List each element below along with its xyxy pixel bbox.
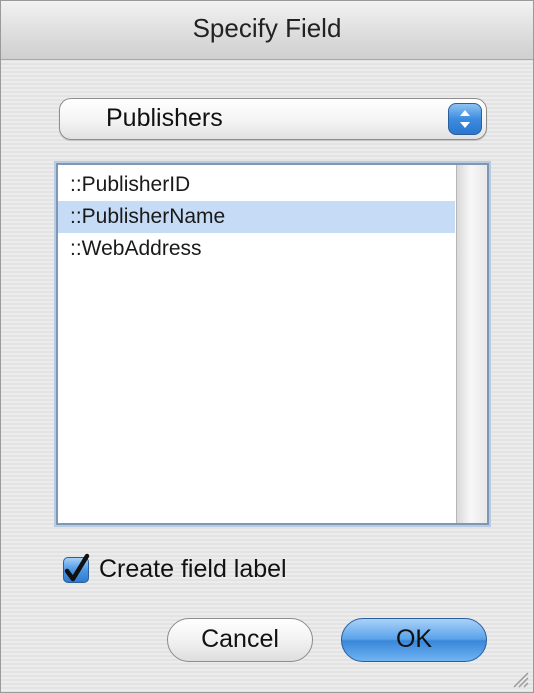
specify-field-dialog: Specify Field Publishers ::PublisherID :…	[0, 0, 534, 693]
field-list[interactable]: ::PublisherID ::PublisherName ::WebAddre…	[56, 163, 489, 525]
popup-arrows-icon	[448, 103, 482, 135]
cancel-button[interactable]: Cancel	[167, 618, 313, 662]
field-list-items: ::PublisherID ::PublisherName ::WebAddre…	[58, 169, 455, 265]
scrollbar[interactable]	[456, 165, 487, 523]
list-item[interactable]: ::PublisherName	[58, 201, 455, 233]
create-field-label-checkbox[interactable]	[63, 553, 90, 583]
checkmark-icon	[64, 553, 90, 582]
list-item[interactable]: ::PublisherID	[58, 169, 455, 201]
table-popup-label: Publishers	[106, 104, 223, 132]
dialog-title: Specify Field	[192, 13, 342, 43]
ok-button[interactable]: OK	[341, 618, 487, 662]
resize-grip-icon[interactable]	[509, 668, 529, 688]
title-bar[interactable]: Specify Field	[1, 1, 533, 60]
create-field-label-text: Create field label	[99, 555, 287, 583]
table-popup-menu[interactable]: Publishers	[59, 98, 487, 140]
list-item[interactable]: ::WebAddress	[58, 233, 455, 265]
